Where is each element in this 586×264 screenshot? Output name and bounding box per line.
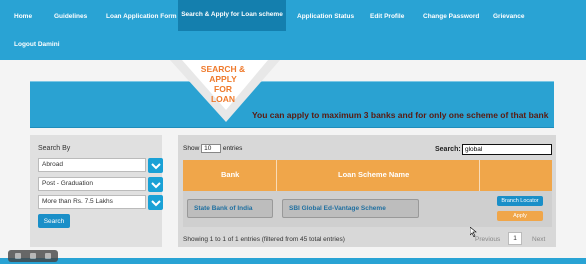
pager-page[interactable]: 1: [508, 232, 522, 245]
apply-button[interactable]: Apply: [497, 211, 543, 221]
cell-scheme[interactable]: SBI Global Ed-Vantage Scheme: [282, 199, 419, 218]
player-icon[interactable]: [15, 253, 22, 259]
table-header: Bank Loan Scheme Name: [183, 160, 552, 191]
country-select-value: Abroad: [42, 161, 63, 168]
country-select[interactable]: Abroad: [38, 158, 163, 173]
search-button[interactable]: Search: [38, 214, 70, 228]
results-panel: Show 10 entries Search: global Bank Loan…: [178, 135, 556, 247]
column-bank[interactable]: Bank: [221, 170, 239, 179]
banner: [30, 81, 554, 128]
amount-select[interactable]: More than Rs. 7.5 Lakhs: [38, 195, 163, 210]
nav-home[interactable]: Home: [14, 13, 32, 21]
mouse-cursor-icon: [470, 227, 477, 237]
column-divider: [276, 160, 277, 191]
flag-line-1: SEARCH &: [200, 64, 246, 74]
pause-icon[interactable]: [29, 253, 36, 259]
nav-edit-profile[interactable]: Edit Profile: [370, 13, 404, 21]
course-select-value: Post - Graduation: [42, 180, 93, 187]
course-select[interactable]: Post - Graduation: [38, 177, 163, 192]
nav-logout[interactable]: Logout Damini: [14, 41, 60, 49]
table-search-input[interactable]: global: [462, 144, 552, 155]
menu-icon[interactable]: [44, 253, 51, 259]
pager-previous[interactable]: Previous: [475, 236, 500, 243]
show-entries: Show 10 entries: [183, 144, 242, 153]
flag-line-3: FOR: [214, 84, 232, 94]
page-size-select[interactable]: 10: [201, 144, 222, 153]
nav-change-password[interactable]: Change Password: [423, 13, 479, 21]
table-search-label: Search:: [435, 146, 461, 153]
column-divider: [479, 160, 480, 191]
nav-guidelines[interactable]: Guidelines: [54, 13, 87, 21]
bottom-bar: [0, 258, 586, 264]
show-prefix: Show: [183, 145, 200, 153]
chevron-down-icon[interactable]: [148, 177, 163, 192]
chevron-down-icon[interactable]: [148, 195, 163, 210]
nav-application-status[interactable]: Application Status: [297, 13, 354, 21]
cell-bank[interactable]: State Bank of India: [187, 199, 273, 218]
nav-grievance[interactable]: Grievance: [493, 13, 524, 21]
nav-loan-application-form[interactable]: Loan Application Form: [106, 13, 177, 21]
search-by-label: Search By: [38, 145, 71, 152]
nav-search-apply[interactable]: Search & Apply for Loan scheme: [178, 0, 286, 31]
search-by-panel: Search By Abroad Post - Graduation More …: [30, 135, 163, 247]
pager-next[interactable]: Next: [532, 236, 545, 243]
flag-line-2: APPLY: [209, 74, 237, 84]
show-suffix: entries: [222, 145, 243, 153]
banner-notice: You can apply to maximum 3 banks and for…: [252, 110, 549, 120]
table-info: Showing 1 to 1 of 1 entries (filtered fr…: [183, 236, 345, 243]
branch-locator-button[interactable]: Branch Locator: [497, 196, 543, 206]
column-loan-scheme[interactable]: Loan Scheme Name: [338, 170, 409, 179]
video-player-controls[interactable]: [8, 250, 58, 262]
top-nav: Home Guidelines Loan Application Form Se…: [0, 0, 586, 61]
chevron-down-icon[interactable]: [148, 158, 163, 173]
amount-select-value: More than Rs. 7.5 Lakhs: [42, 198, 113, 205]
banner-flag-label: SEARCH & APPLY FOR LOAN: [194, 64, 252, 104]
flag-line-4: LOAN: [210, 94, 236, 104]
table-row: State Bank of India SBI Global Ed-Vantag…: [183, 191, 552, 227]
